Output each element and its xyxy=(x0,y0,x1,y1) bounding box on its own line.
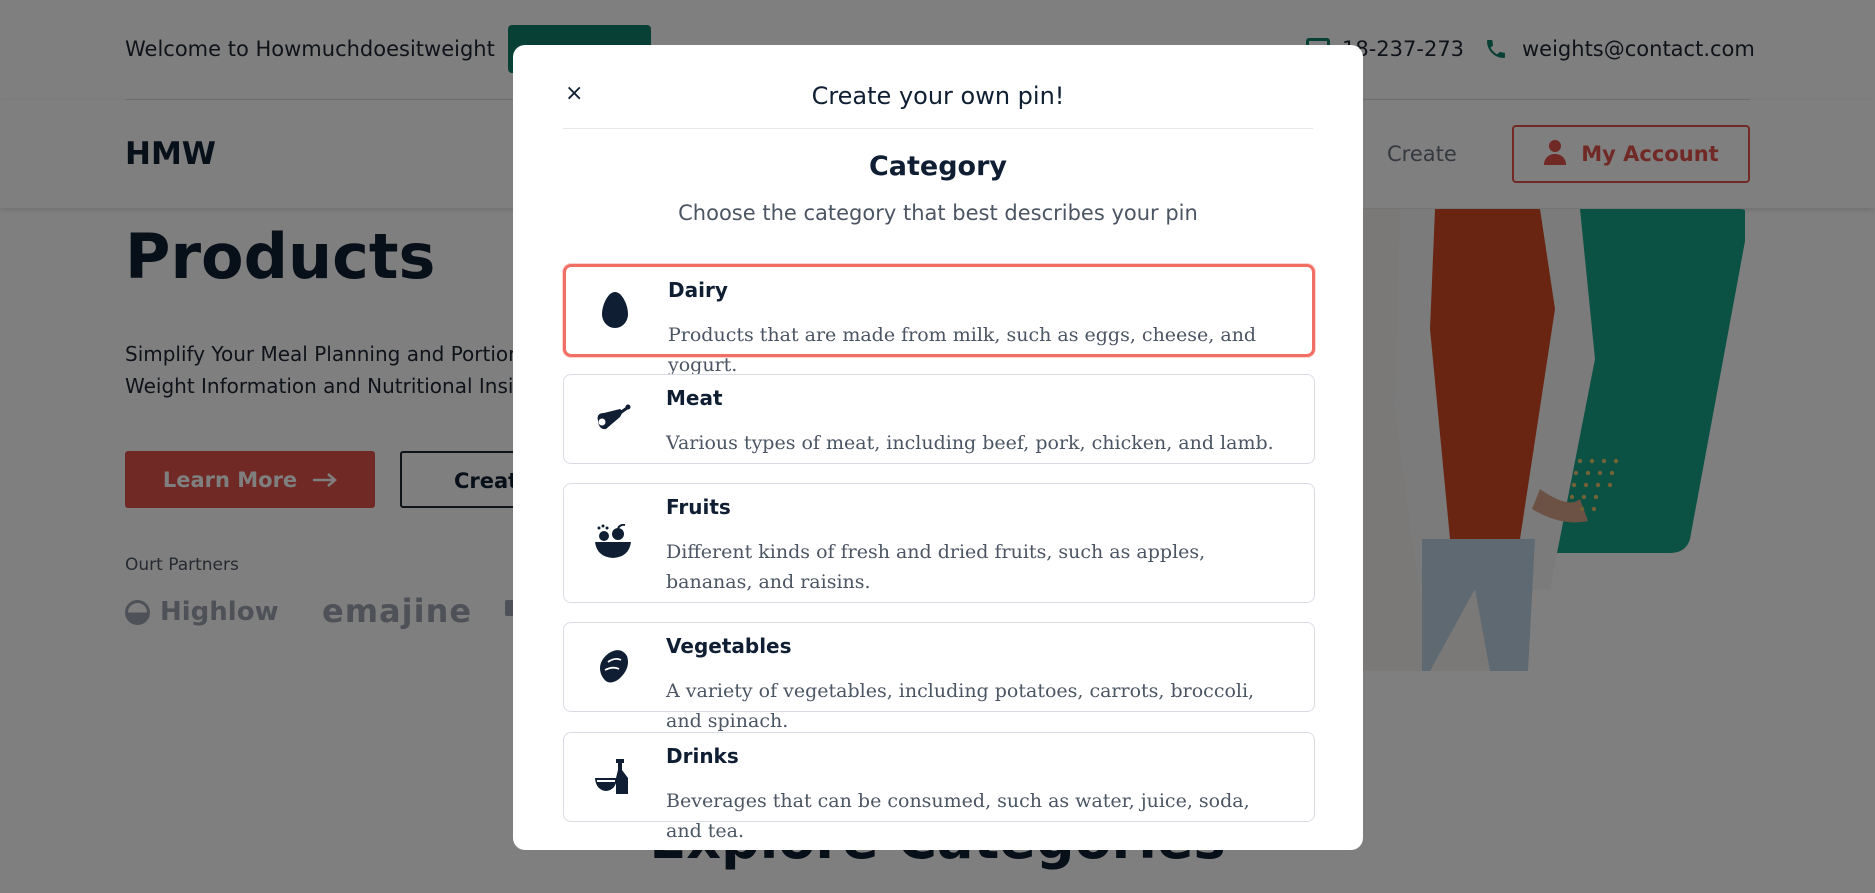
category-description: Products that are made from milk, such a… xyxy=(668,324,1257,376)
fruit-bowl-icon xyxy=(594,523,632,561)
category-name: Meat xyxy=(666,386,723,410)
category-option-dairy[interactable]: Dairy Products that are made from milk, … xyxy=(563,264,1315,376)
category-description: Beverages that can be consumed, such as … xyxy=(666,790,1250,842)
divider xyxy=(563,128,1313,129)
ham-leg-icon xyxy=(594,400,632,438)
egg-icon xyxy=(596,291,634,329)
category-option-vegetables[interactable]: Vegetables A variety of vegetables, incl… xyxy=(563,622,1315,732)
category-description: Different kinds of fresh and dried fruit… xyxy=(666,541,1206,593)
category-option-drinks[interactable]: Drinks Beverages that can be consumed, s… xyxy=(563,732,1315,842)
category-name: Fruits xyxy=(666,495,731,519)
potato-icon xyxy=(594,648,632,686)
category-name: Dairy xyxy=(668,278,728,302)
category-name: Vegetables xyxy=(666,634,792,658)
category-option-meat[interactable]: Meat Various types of meat, including be… xyxy=(563,374,1315,464)
category-description: A variety of vegetables, including potat… xyxy=(666,680,1255,732)
category-name: Drinks xyxy=(666,744,739,768)
modal-title: Create your own pin! xyxy=(811,82,1065,110)
section-subtitle: Choose the category that best describes … xyxy=(678,201,1198,225)
drinks-icon xyxy=(594,758,632,796)
category-option-fruits[interactable]: Fruits Different kinds of fresh and drie… xyxy=(563,483,1315,603)
create-pin-modal: × Create your own pin! Category Choose t… xyxy=(513,45,1363,850)
category-description: Various types of meat, including beef, p… xyxy=(666,432,1274,454)
section-title: Category xyxy=(868,151,1008,182)
